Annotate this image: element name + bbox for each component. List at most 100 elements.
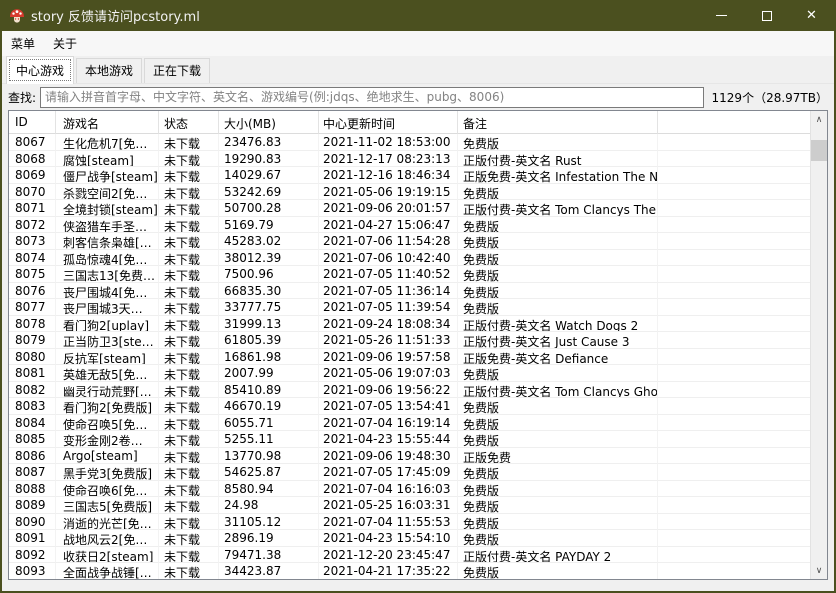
cell-extra — [658, 398, 810, 415]
cell-name: 使命召唤6[免… — [56, 481, 159, 498]
table-row[interactable]: 8067生化危机7[免…未下载23476.832021-11-02 18:53:… — [9, 134, 810, 151]
minimize-button[interactable] — [699, 0, 744, 31]
table-row[interactable]: 8070杀戮空间2[免…未下载53242.692021-05-06 19:19:… — [9, 184, 810, 201]
cell-extra — [658, 250, 810, 267]
table-row[interactable]: 8076丧尸围城4[免…未下载66835.302021-07-05 11:36:… — [9, 283, 810, 300]
table-row[interactable]: 8079正当防卫3[ste…未下载61805.392021-05-26 11:5… — [9, 332, 810, 349]
table-row[interactable]: 8087黑手党3[免费版]未下载54625.872021-07-05 17:45… — [9, 464, 810, 481]
mushroom-icon — [9, 8, 25, 24]
column-header-id[interactable]: ID — [9, 111, 56, 134]
cell-time: 2021-07-05 17:45:09 — [319, 464, 458, 481]
cell-size: 38012.39 — [219, 250, 319, 267]
cell-size: 79471.38 — [219, 547, 319, 564]
search-input[interactable] — [40, 87, 703, 108]
cell-size: 31999.13 — [219, 316, 319, 333]
tab-local-games[interactable]: 本地游戏 — [76, 58, 142, 83]
cell-time: 2021-04-21 17:35:22 — [319, 563, 458, 579]
table-row[interactable]: 8081英雄无敌5[免…未下载2007.992021-05-06 19:07:0… — [9, 365, 810, 382]
cell-time: 2021-07-05 11:39:54 — [319, 299, 458, 316]
table-row[interactable]: 8090消逝的光芒[免…未下载31105.122021-07-04 11:55:… — [9, 514, 810, 531]
table-row[interactable]: 8083看门狗2[免费版]未下载46670.192021-07-05 13:54… — [9, 398, 810, 415]
cell-status: 未下载 — [159, 316, 219, 333]
cell-size: 2896.19 — [219, 530, 319, 547]
table-row[interactable]: 8089三国志5[免费版]未下载24.982021-05-25 16:03:31… — [9, 497, 810, 514]
table-row[interactable]: 8072侠盗猎车手圣…未下载5169.792021-04-27 15:06:47… — [9, 217, 810, 234]
table-row[interactable]: 8069僵尸战争[steam]未下载14029.672021-12-16 18:… — [9, 167, 810, 184]
scroll-down-icon[interactable]: ∨ — [811, 562, 827, 579]
column-header-size[interactable]: 大小(MB) — [219, 111, 319, 134]
table-row[interactable]: 8073刺客信条枭雄[…未下载45283.022021-07-06 11:54:… — [9, 233, 810, 250]
cell-time: 2021-04-23 15:55:44 — [319, 431, 458, 448]
table-row[interactable]: 8074孤岛惊魂4[免…未下载38012.392021-07-06 10:42:… — [9, 250, 810, 267]
scrollbar-thumb[interactable] — [811, 140, 827, 161]
cell-size: 53242.69 — [219, 184, 319, 201]
results-count: 1129个（28.97TB） — [704, 89, 830, 106]
cell-status: 未下载 — [159, 200, 219, 217]
menu-item-menu[interactable]: 菜单 — [2, 31, 44, 56]
cell-status: 未下载 — [159, 382, 219, 399]
maximize-icon — [762, 11, 772, 21]
table-row[interactable]: 8080反抗军[steam]未下载16861.982021-09-06 19:5… — [9, 349, 810, 366]
cell-remark: 正版付费-英文名 Just Cause 3 — [458, 332, 658, 349]
table-row[interactable]: 8085变形金刚2卷…未下载5255.112021-04-23 15:55:44… — [9, 431, 810, 448]
cell-status: 未下载 — [159, 530, 219, 547]
cell-size: 13770.98 — [219, 448, 319, 465]
search-label: 查找: — [6, 89, 38, 106]
app-window: story 反馈请访问pcstory.ml ✕ 菜单 关于 中心游戏 本地游戏 … — [0, 0, 836, 593]
table-row[interactable]: 8092收获日2[steam]未下载79471.382021-12-20 23:… — [9, 547, 810, 564]
cell-remark: 免费版 — [458, 497, 658, 514]
scroll-up-icon[interactable]: ∧ — [811, 111, 827, 128]
cell-time: 2021-07-06 11:54:28 — [319, 233, 458, 250]
maximize-button[interactable] — [744, 0, 789, 31]
cell-name: 看门狗2[uplay] — [56, 316, 159, 333]
column-header-remark[interactable]: 备注 — [458, 111, 658, 134]
cell-remark: 正版付费-英文名 Tom Clancys Gho… — [458, 382, 658, 399]
table-row[interactable]: 8093全面战争战锤[…未下载34423.872021-04-21 17:35:… — [9, 563, 810, 579]
cell-status: 未下载 — [159, 283, 219, 300]
table-row[interactable]: 8088使命召唤6[免…未下载8580.942021-07-04 16:16:0… — [9, 481, 810, 498]
scrollbar-track[interactable] — [811, 128, 827, 562]
cell-extra — [658, 415, 810, 432]
vertical-scrollbar[interactable]: ∧ ∨ — [810, 111, 827, 579]
table-row[interactable]: 8086Argo[steam]未下载13770.982021-09-06 19:… — [9, 448, 810, 465]
cell-size: 85410.89 — [219, 382, 319, 399]
table-row[interactable]: 8084使命召唤5[免…未下载6055.712021-07-04 16:19:1… — [9, 415, 810, 432]
table-row[interactable]: 8071全境封锁[steam]未下载50700.282021-09-06 20:… — [9, 200, 810, 217]
cell-id: 8079 — [9, 332, 56, 349]
cell-size: 46670.19 — [219, 398, 319, 415]
cell-name: 战地风云2[免… — [56, 530, 159, 547]
cell-name: 僵尸战争[steam] — [56, 167, 159, 184]
cell-remark: 免费版 — [458, 283, 658, 300]
cell-size: 66835.30 — [219, 283, 319, 300]
table-row[interactable]: 8075三国志13[免费…未下载7500.962021-07-05 11:40:… — [9, 266, 810, 283]
cell-id: 8082 — [9, 382, 56, 399]
close-button[interactable]: ✕ — [789, 0, 834, 31]
cell-status: 未下载 — [159, 547, 219, 564]
column-header-status[interactable]: 状态 — [159, 111, 219, 134]
cell-size: 23476.83 — [219, 134, 319, 151]
tab-center-games[interactable]: 中心游戏 — [6, 56, 74, 84]
cell-remark: 免费版 — [458, 464, 658, 481]
games-table: ID 游戏名 状态 大小(MB) 中心更新时间 备注 8067生化危机7[免…未… — [8, 110, 828, 580]
tabstrip: 中心游戏 本地游戏 正在下载 — [2, 56, 834, 84]
cell-status: 未下载 — [159, 167, 219, 184]
table-row[interactable]: 8078看门狗2[uplay]未下载31999.132021-09-24 18:… — [9, 316, 810, 333]
cell-status: 未下载 — [159, 349, 219, 366]
cell-name: 全面战争战锤[… — [56, 563, 159, 579]
cell-remark: 免费版 — [458, 217, 658, 234]
table-row[interactable]: 8068腐蚀[steam]未下载19290.832021-12-17 08:23… — [9, 151, 810, 168]
tab-downloading[interactable]: 正在下载 — [144, 58, 210, 83]
cell-status: 未下载 — [159, 464, 219, 481]
table-row[interactable]: 8082幽灵行动荒野[…未下载85410.892021-09-06 19:56:… — [9, 382, 810, 399]
table-row[interactable]: 8091战地风云2[免…未下载2896.192021-04-23 15:54:1… — [9, 530, 810, 547]
column-header-name[interactable]: 游戏名 — [56, 111, 159, 134]
cell-status: 未下载 — [159, 250, 219, 267]
cell-extra — [658, 200, 810, 217]
cell-id: 8084 — [9, 415, 56, 432]
table-row[interactable]: 8077丧尸围城3天…未下载33777.752021-07-05 11:39:5… — [9, 299, 810, 316]
cell-status: 未下载 — [159, 481, 219, 498]
cell-name: 英雄无敌5[免… — [56, 365, 159, 382]
menu-item-about[interactable]: 关于 — [44, 31, 86, 56]
cell-id: 8080 — [9, 349, 56, 366]
column-header-time[interactable]: 中心更新时间 — [319, 111, 458, 134]
